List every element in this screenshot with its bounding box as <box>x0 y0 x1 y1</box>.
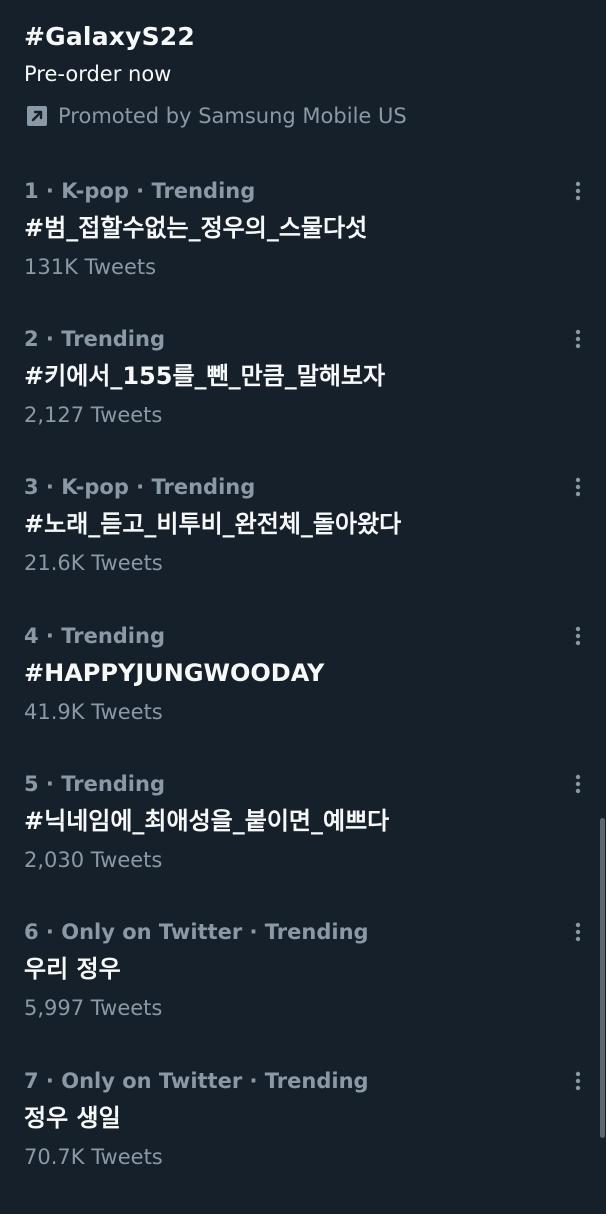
trend-meta: 3 · K-pop · Trending <box>24 475 256 499</box>
promoted-trend-title[interactable]: #GalaxyS22 <box>24 18 584 56</box>
trend-name[interactable]: 우리 정우 <box>24 951 121 987</box>
promoted-trend-subtitle: Pre-order now <box>24 62 172 86</box>
promoted-by-text: Promoted by Samsung Mobile US <box>58 104 407 128</box>
trend-name[interactable]: #HAPPYJUNGWOODAY <box>24 655 324 691</box>
trend-item[interactable]: 7 · Only on Twitter · Trending 정우 생일 70.… <box>0 1066 590 1214</box>
trend-tweet-count: 2,127 Tweets <box>24 403 163 427</box>
trend-name[interactable]: #노래_듣고_비투비_완전체_돌아왔다 <box>24 506 401 542</box>
more-vertical-icon[interactable] <box>566 178 590 204</box>
more-vertical-icon[interactable] <box>566 919 590 945</box>
more-vertical-icon[interactable] <box>566 623 590 649</box>
trend-tweet-count: 131K Tweets <box>24 255 157 279</box>
trend-meta: 6 · Only on Twitter · Trending <box>24 920 369 944</box>
trend-meta: 1 · K-pop · Trending <box>24 179 256 203</box>
trend-meta: 4 · Trending <box>24 624 165 648</box>
more-vertical-icon[interactable] <box>566 771 590 797</box>
scrollbar-thumb[interactable] <box>600 818 605 1138</box>
trend-meta: 5 · Trending <box>24 772 165 796</box>
trend-name[interactable]: #닉네임에_최애성을_붙이면_예쁘다 <box>24 803 389 839</box>
more-vertical-icon[interactable] <box>566 474 590 500</box>
trend-tweet-count: 2,030 Tweets <box>24 848 163 872</box>
trend-item[interactable]: 4 · Trending #HAPPYJUNGWOODAY 41.9K Twee… <box>0 621 590 769</box>
trend-name[interactable]: 정우 생일 <box>24 1100 121 1136</box>
trend-item[interactable]: 1 · K-pop · Trending #범_접할수없는_정우의_스물다섯 1… <box>0 176 590 324</box>
trend-item[interactable]: 6 · Only on Twitter · Trending 우리 정우 5,9… <box>0 917 590 1065</box>
trend-item[interactable]: 2 · Trending #키에서_155를_뺀_만큼_말해보자 2,127 T… <box>0 324 590 472</box>
trend-tweet-count: 70.7K Tweets <box>24 1145 163 1169</box>
trend-tweet-count: 5,997 Tweets <box>24 996 163 1020</box>
trend-item[interactable]: 5 · Trending #닉네임에_최애성을_붙이면_예쁘다 2,030 Tw… <box>0 769 590 917</box>
more-vertical-icon[interactable] <box>566 326 590 352</box>
promoted-arrow-icon <box>24 103 50 129</box>
trend-tweet-count: 41.9K Tweets <box>24 700 163 724</box>
promoted-trend[interactable]: #GalaxyS22 Pre-order now Promoted by Sam… <box>24 18 584 134</box>
more-vertical-icon[interactable] <box>566 1068 590 1094</box>
trend-meta: 7 · Only on Twitter · Trending <box>24 1069 369 1093</box>
trend-name[interactable]: #키에서_155를_뺀_만큼_말해보자 <box>24 358 385 394</box>
trend-tweet-count: 21.6K Tweets <box>24 551 163 575</box>
trend-name[interactable]: #범_접할수없는_정우의_스물다섯 <box>24 210 367 246</box>
trend-item[interactable]: 3 · K-pop · Trending #노래_듣고_비투비_완전체_돌아왔다… <box>0 472 590 620</box>
trend-meta: 2 · Trending <box>24 327 165 351</box>
promoted-by-line: Promoted by Samsung Mobile US <box>24 98 584 134</box>
